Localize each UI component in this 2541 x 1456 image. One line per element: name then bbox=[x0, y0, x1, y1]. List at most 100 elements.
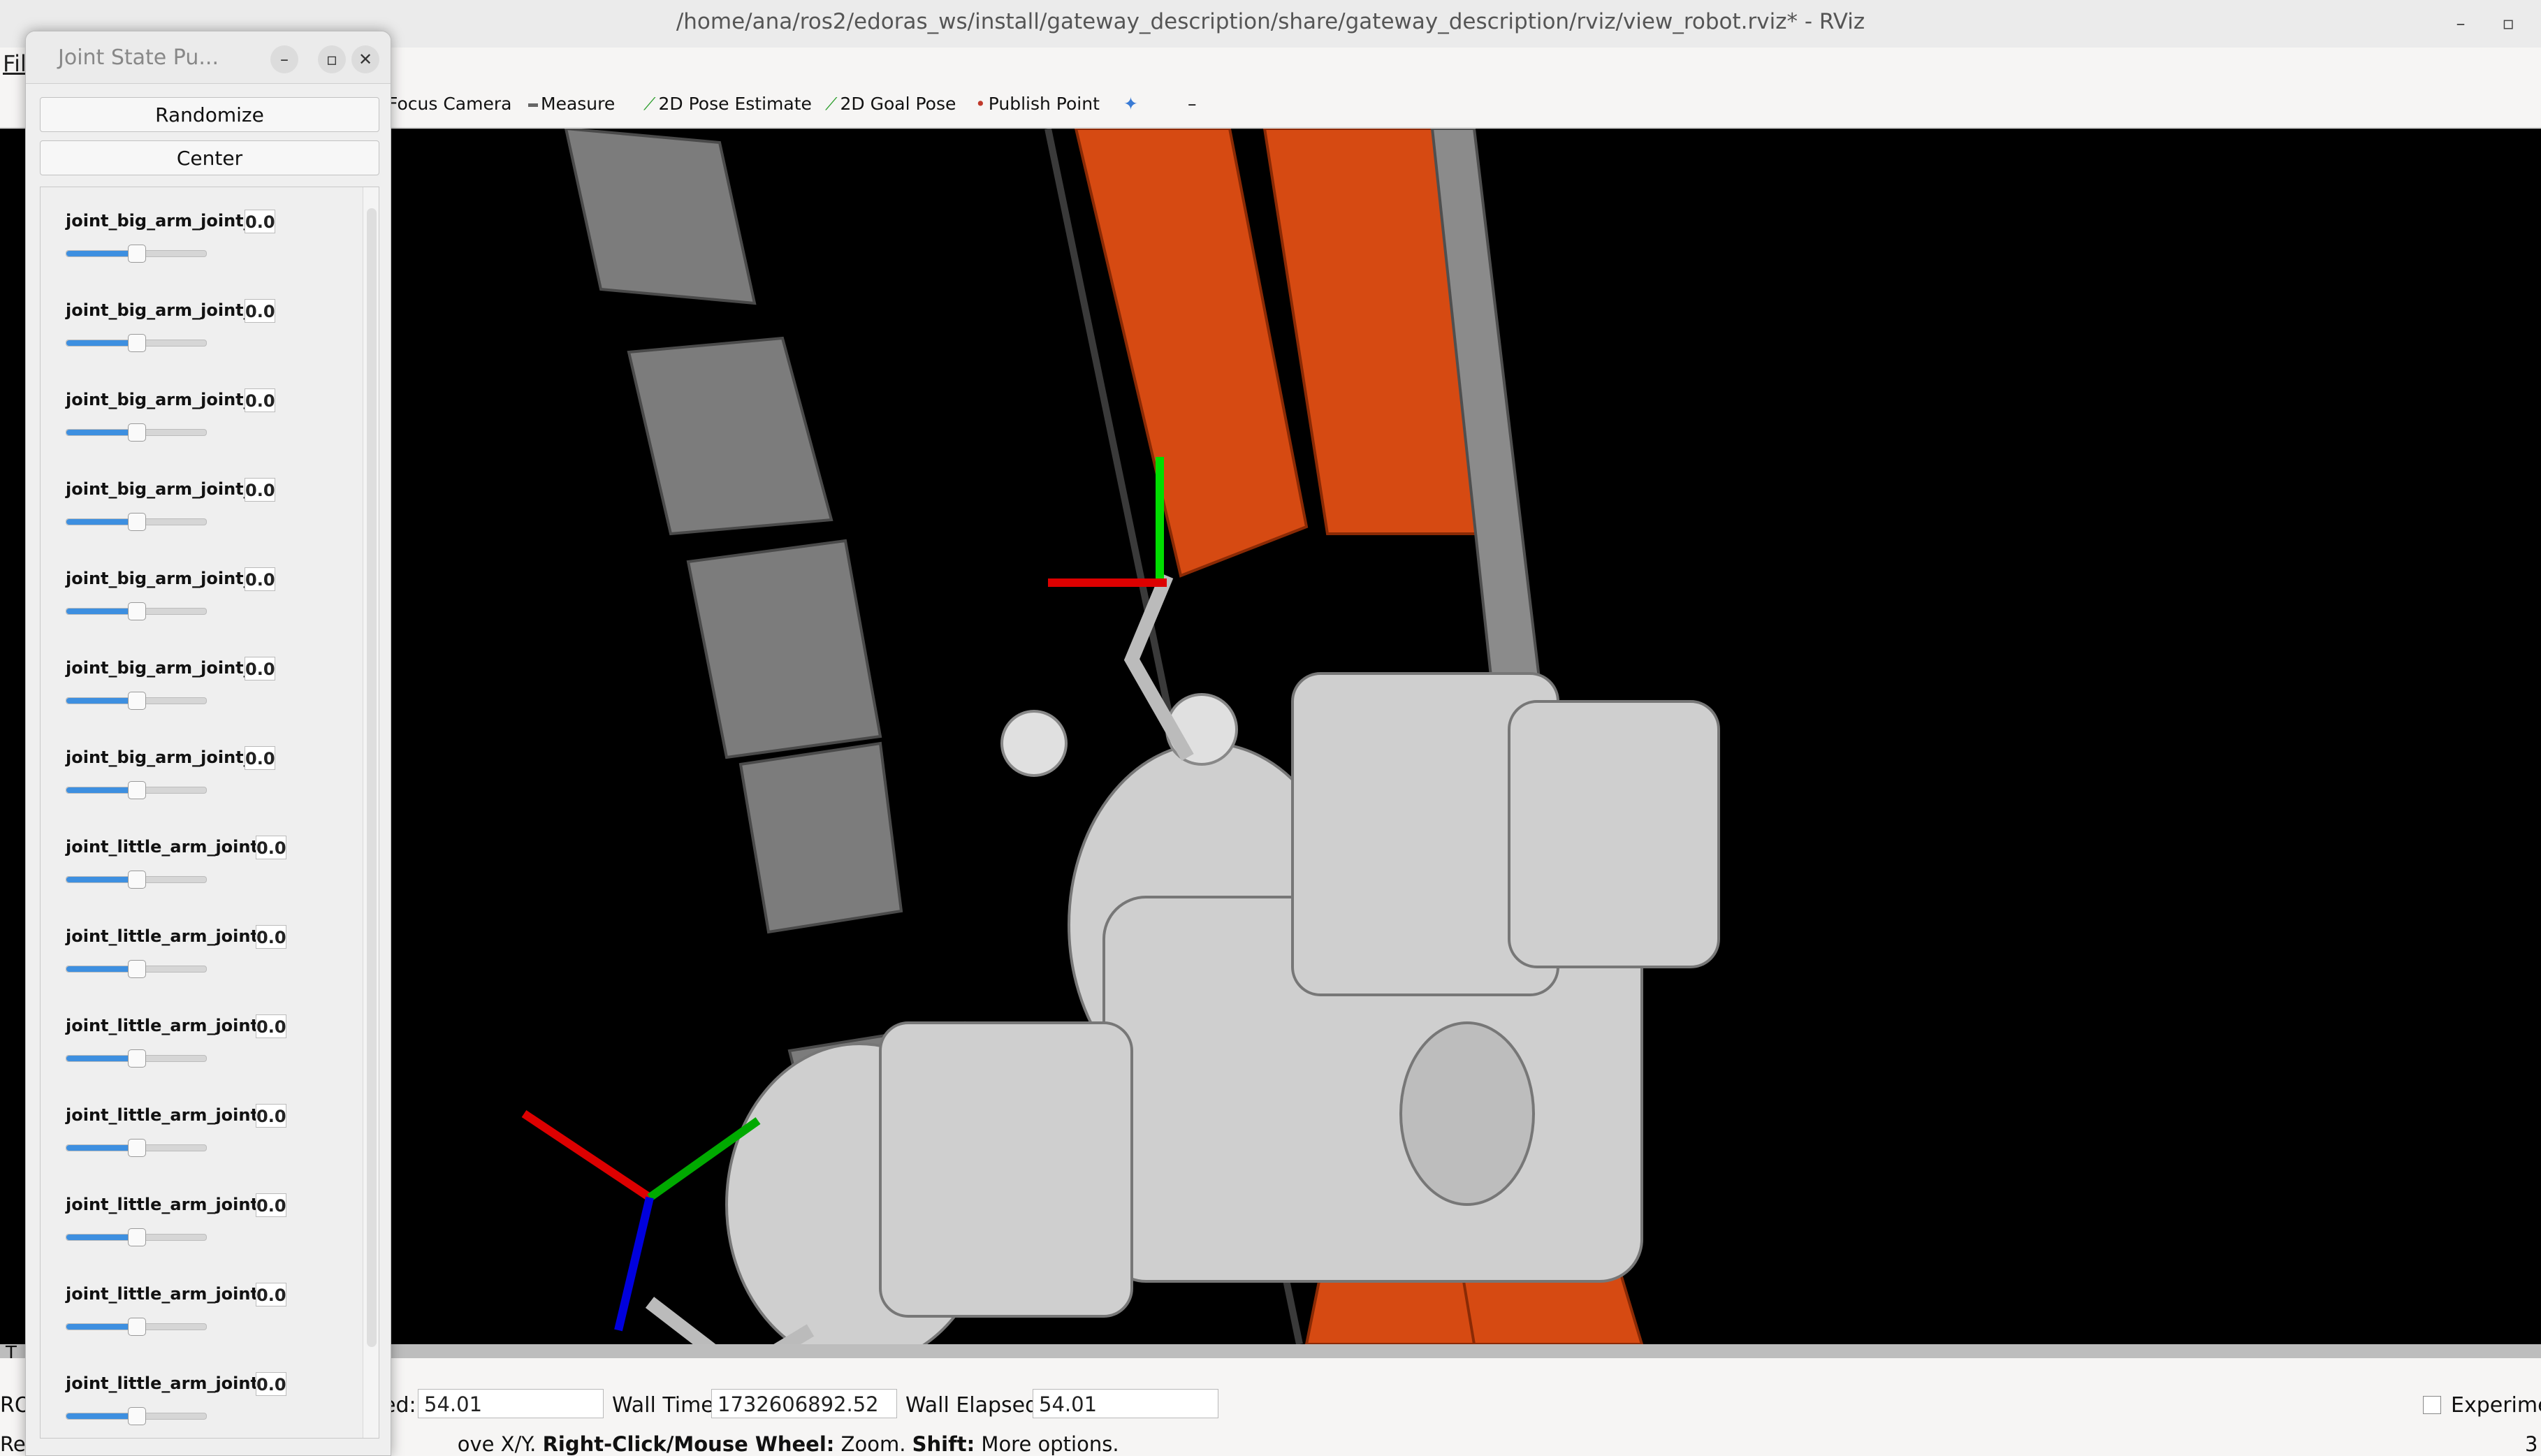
center-button[interactable]: Center bbox=[40, 140, 379, 175]
slider-handle[interactable] bbox=[128, 513, 146, 531]
joint-row: joint_big_arm_joint_40.00 bbox=[41, 381, 362, 471]
joint-row: joint_little_arm_joint_40.00 bbox=[41, 1007, 362, 1097]
joint-name: joint_little_arm_joint_4 bbox=[66, 1016, 279, 1035]
joint-slider[interactable] bbox=[66, 1228, 207, 1246]
joint-slider[interactable] bbox=[66, 602, 207, 620]
joint-slider[interactable] bbox=[66, 871, 207, 889]
slider-handle[interactable] bbox=[128, 1407, 146, 1425]
dialog-close-button[interactable]: ✕ bbox=[351, 45, 379, 73]
slider-handle[interactable] bbox=[128, 781, 146, 799]
slider-handle[interactable] bbox=[128, 602, 146, 620]
joint-value-field[interactable]: 0.00 bbox=[245, 210, 275, 233]
joint-value-field[interactable]: 0.00 bbox=[245, 299, 275, 323]
joint-name: joint_big_arm_joint_2 bbox=[66, 211, 264, 231]
joint-value-field[interactable]: 0.00 bbox=[256, 836, 286, 859]
tool-measure[interactable]: Measure bbox=[528, 94, 615, 114]
joint-row: joint_big_arm_joint_80.00 bbox=[41, 739, 362, 829]
joint-slider[interactable] bbox=[66, 781, 207, 799]
joint-slider[interactable] bbox=[66, 245, 207, 263]
joint-name: joint_big_arm_joint_7 bbox=[66, 658, 264, 678]
arrow-green-icon: ⟋ bbox=[643, 94, 656, 114]
tool-label: 2D Pose Estimate bbox=[658, 94, 812, 114]
slider-handle[interactable] bbox=[128, 1228, 146, 1246]
joint-slider[interactable] bbox=[66, 1049, 207, 1068]
joint-name: joint_little_arm_joint_6 bbox=[66, 1195, 279, 1214]
experimental-checkbox[interactable] bbox=[2423, 1396, 2441, 1414]
joint-value-field[interactable]: 0.00 bbox=[245, 478, 275, 502]
status-move-text: ove X/Y. bbox=[457, 1432, 543, 1456]
slider-handle[interactable] bbox=[128, 334, 146, 352]
dialog-maximize-button[interactable]: ▫ bbox=[318, 45, 346, 73]
dialog-minimize-button[interactable]: – bbox=[270, 45, 298, 73]
remove-tool-button[interactable]: – bbox=[1188, 94, 1197, 114]
slider-fill bbox=[66, 966, 136, 972]
joint-value-field[interactable]: 0.00 bbox=[256, 925, 286, 949]
joint-row: joint_little_arm_joint_20.00 bbox=[41, 829, 362, 918]
add-tool-button[interactable]: ✦ bbox=[1123, 94, 1138, 114]
minimize-button[interactable]: – bbox=[2447, 10, 2475, 38]
slider-handle[interactable] bbox=[128, 423, 146, 442]
scrollbar-thumb[interactable] bbox=[367, 208, 377, 1347]
joint-name: joint_big_arm_joint_3 bbox=[66, 300, 264, 320]
joint-name: joint_big_arm_joint_8 bbox=[66, 748, 264, 767]
menu-file[interactable]: Fil bbox=[3, 50, 27, 77]
slider-handle[interactable] bbox=[128, 1139, 146, 1157]
slider-handle[interactable] bbox=[128, 960, 146, 978]
joint-slider[interactable] bbox=[66, 513, 207, 531]
antenna-dish bbox=[1000, 710, 1068, 777]
tool-2d-pose-estimate[interactable]: ⟋ 2D Pose Estimate bbox=[643, 94, 812, 115]
ros-elapsed-field[interactable]: 54.01 bbox=[418, 1389, 604, 1418]
joint-slider[interactable] bbox=[66, 960, 207, 978]
joint-list[interactable]: joint_big_arm_joint_20.00joint_big_arm_j… bbox=[40, 187, 379, 1439]
wall-elapsed-field[interactable]: 54.01 bbox=[1033, 1389, 1218, 1418]
joint-value-field[interactable]: 0.00 bbox=[245, 746, 275, 770]
joint-state-publisher-dialog: Joint State Pu... – ▫ ✕ Randomize Center… bbox=[25, 31, 391, 1456]
wall-time-field[interactable]: 1732606892.52 bbox=[711, 1389, 897, 1418]
maximize-button[interactable]: ▫ bbox=[2494, 10, 2522, 38]
slider-fill bbox=[66, 430, 136, 435]
slider-fill bbox=[66, 698, 136, 704]
joint-slider[interactable] bbox=[66, 1407, 207, 1425]
joint-value-field[interactable]: 0.00 bbox=[256, 1104, 286, 1128]
joint-name: joint_little_arm_joint_5 bbox=[66, 1105, 279, 1125]
tool-publish-point[interactable]: • Publish Point bbox=[975, 94, 1100, 114]
joint-name: joint_little_arm_joint_7 bbox=[66, 1284, 279, 1304]
dialog-titlebar: Joint State Pu... – ▫ ✕ bbox=[26, 31, 391, 84]
randomize-button[interactable]: Randomize bbox=[40, 97, 379, 132]
slider-handle[interactable] bbox=[128, 1318, 146, 1336]
slider-fill bbox=[66, 1324, 136, 1330]
tool-label: Publish Point bbox=[988, 94, 1100, 114]
joint-name: joint_big_arm_joint_4 bbox=[66, 390, 264, 409]
slider-handle[interactable] bbox=[128, 871, 146, 889]
joint-list-scrollbar[interactable] bbox=[363, 187, 379, 1438]
joint-name: joint_little_arm_joint_8 bbox=[66, 1374, 279, 1393]
fps-counter: 3 bbox=[2525, 1432, 2538, 1456]
joint-value-field[interactable]: 0.00 bbox=[256, 1014, 286, 1038]
tool-focus-camera[interactable]: Focus Camera bbox=[388, 94, 511, 114]
joint-slider[interactable] bbox=[66, 1318, 207, 1336]
status-zoom-text: Zoom. bbox=[834, 1432, 912, 1456]
joint-value-field[interactable]: 0.00 bbox=[245, 388, 275, 412]
slider-fill bbox=[66, 1413, 136, 1419]
joint-slider[interactable] bbox=[66, 1139, 207, 1157]
joint-slider[interactable] bbox=[66, 692, 207, 710]
wall-elapsed-label: Wall Elapsed: bbox=[905, 1393, 1046, 1418]
joint-value-field[interactable]: 0.00 bbox=[245, 567, 275, 591]
joint-value-field[interactable]: 0.00 bbox=[256, 1193, 286, 1217]
tool-label: Measure bbox=[541, 94, 616, 114]
joint-slider[interactable] bbox=[66, 334, 207, 352]
pin-icon: • bbox=[975, 94, 986, 114]
slider-handle[interactable] bbox=[128, 245, 146, 263]
joint-value-field[interactable]: 0.00 bbox=[256, 1283, 286, 1306]
joint-value-field[interactable]: 0.00 bbox=[256, 1372, 286, 1396]
slider-handle[interactable] bbox=[128, 1049, 146, 1068]
slider-fill bbox=[66, 519, 136, 525]
arrow-green-icon: ⟋ bbox=[825, 94, 838, 114]
status-more-text: More options. bbox=[975, 1432, 1119, 1456]
joint-slider[interactable] bbox=[66, 423, 207, 442]
slider-fill bbox=[66, 1235, 136, 1240]
tool-2d-goal-pose[interactable]: ⟋ 2D Goal Pose bbox=[825, 94, 956, 115]
slider-handle[interactable] bbox=[128, 692, 146, 710]
status-right-click-label: Right-Click/Mouse Wheel: bbox=[542, 1432, 835, 1456]
joint-value-field[interactable]: 0.00 bbox=[245, 657, 275, 680]
